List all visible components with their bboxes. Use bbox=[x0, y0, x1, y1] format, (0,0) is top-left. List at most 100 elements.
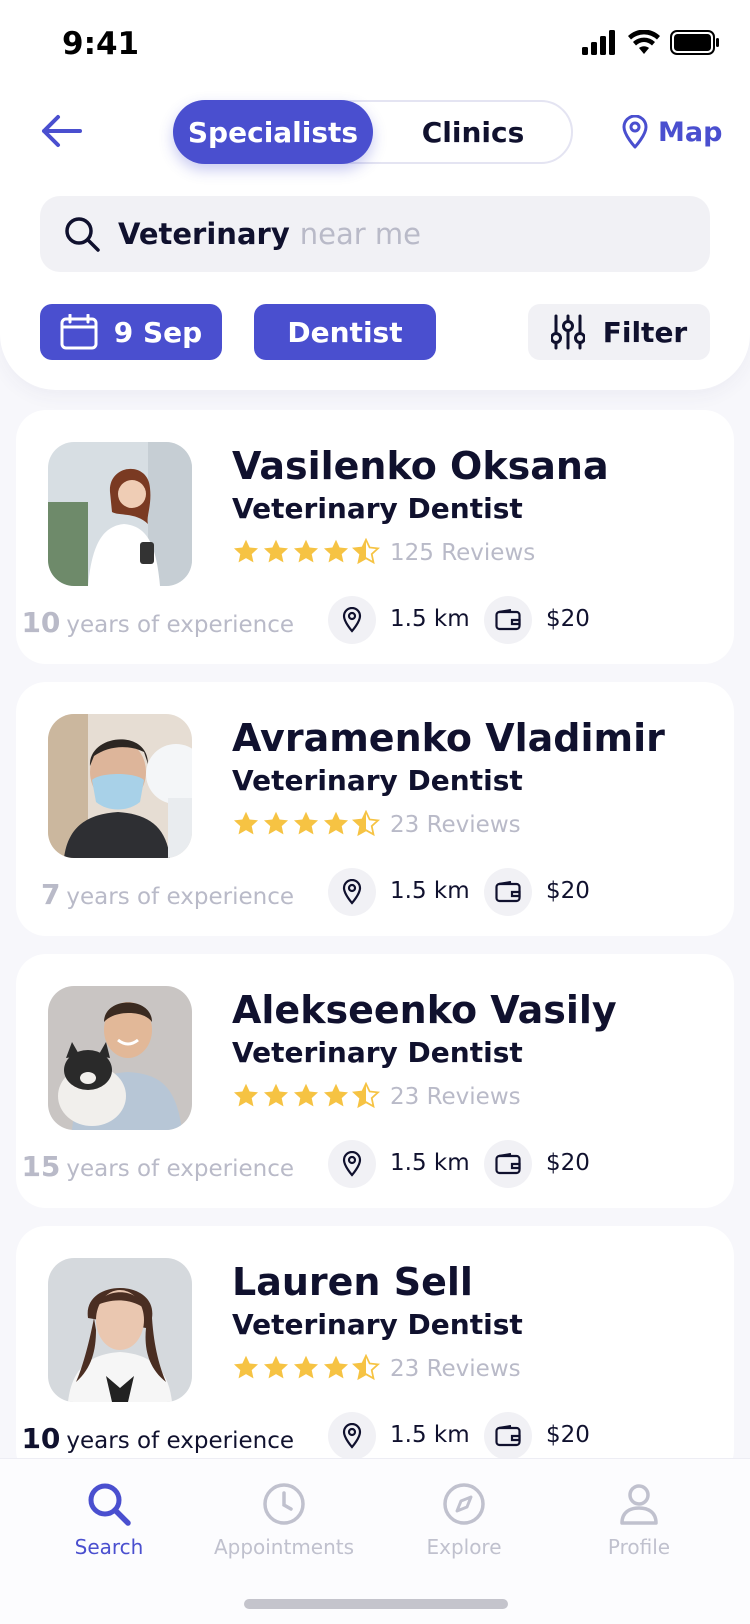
map-pin-icon bbox=[622, 115, 648, 149]
top-header: 9:41 Specialists Clinics Map Veterinary … bbox=[0, 0, 750, 390]
location-pin-icon bbox=[342, 879, 362, 905]
experience-years: 10 bbox=[21, 606, 61, 639]
distance: 1.5 km bbox=[390, 878, 470, 904]
star-icon bbox=[293, 1355, 319, 1379]
price-badge bbox=[484, 1412, 532, 1460]
tab-appointments[interactable]: Appointments bbox=[204, 1481, 364, 1559]
date-filter-chip[interactable]: 9 Sep bbox=[40, 304, 222, 360]
compass-icon bbox=[443, 1483, 485, 1525]
reviews-count: 23 Reviews bbox=[390, 1084, 521, 1110]
tab-profile-label: Profile bbox=[607, 1535, 671, 1559]
star-icon bbox=[293, 811, 319, 835]
specialist-name: Alekseenko Vasily bbox=[232, 988, 617, 1032]
rating-stars bbox=[232, 1354, 380, 1384]
specialist-specialty: Veterinary Dentist bbox=[232, 492, 523, 525]
wallet-icon bbox=[495, 881, 521, 903]
rating-stars bbox=[232, 1082, 380, 1112]
experience: 10 years of experience bbox=[21, 606, 294, 639]
specialist-card[interactable]: Avramenko Vladimir Veterinary Dentist 23… bbox=[16, 682, 734, 936]
experience: 15 years of experience bbox=[21, 1150, 294, 1183]
star-icon bbox=[263, 811, 289, 835]
specialist-card[interactable]: Alekseenko Vasily Veterinary Dentist 23 … bbox=[16, 954, 734, 1208]
rating-stars bbox=[232, 810, 380, 840]
star-icon bbox=[293, 1083, 319, 1107]
location-badge bbox=[328, 868, 376, 916]
specialist-specialty: Veterinary Dentist bbox=[232, 764, 523, 797]
cellular-signal-icon bbox=[582, 30, 615, 55]
half-star-icon bbox=[352, 538, 380, 565]
location-badge bbox=[328, 596, 376, 644]
experience-label: years of experience bbox=[66, 612, 294, 638]
search-placeholder: near me bbox=[299, 217, 421, 251]
filter-button[interactable]: Filter bbox=[528, 304, 710, 360]
avatar bbox=[48, 1258, 192, 1402]
star-icon bbox=[323, 1355, 349, 1379]
star-icon bbox=[233, 1083, 259, 1107]
search-icon bbox=[88, 1483, 131, 1526]
price-badge bbox=[484, 596, 532, 644]
segmented-control: Specialists Clinics bbox=[173, 100, 573, 164]
wallet-icon bbox=[495, 1153, 521, 1175]
price: $20 bbox=[546, 1422, 590, 1448]
experience: 7 years of experience bbox=[41, 878, 294, 911]
star-icon bbox=[263, 1355, 289, 1379]
half-star-icon bbox=[352, 1082, 380, 1109]
search-input[interactable]: Veterinary near me bbox=[40, 196, 710, 272]
specialty-filter-chip[interactable]: Dentist bbox=[254, 304, 436, 360]
location-badge bbox=[328, 1412, 376, 1460]
half-star-icon bbox=[352, 1354, 380, 1381]
specialist-name: Vasilenko Oksana bbox=[232, 444, 609, 488]
reviews-count: 125 Reviews bbox=[390, 540, 536, 566]
price: $20 bbox=[546, 606, 590, 632]
date-label: 9 Sep bbox=[113, 315, 203, 349]
price: $20 bbox=[546, 1150, 590, 1176]
person-icon bbox=[620, 1484, 658, 1525]
map-label: Map bbox=[658, 116, 723, 148]
distance: 1.5 km bbox=[390, 1150, 470, 1176]
half-star-icon bbox=[352, 810, 380, 837]
battery-icon bbox=[670, 30, 719, 55]
tab-appointments-label: Appointments bbox=[213, 1535, 355, 1559]
distance: 1.5 km bbox=[390, 1422, 470, 1448]
status-icons bbox=[582, 30, 722, 60]
specialist-specialty: Veterinary Dentist bbox=[232, 1308, 523, 1341]
tab-profile[interactable]: Profile bbox=[559, 1481, 719, 1559]
filter-label: Filter bbox=[602, 315, 688, 349]
star-icon bbox=[323, 811, 349, 835]
star-icon bbox=[323, 539, 349, 563]
avatar bbox=[48, 986, 192, 1130]
star-icon bbox=[323, 1083, 349, 1107]
star-icon bbox=[293, 539, 319, 563]
tab-clinics[interactable]: Clinics bbox=[373, 102, 573, 162]
specialist-specialty: Veterinary Dentist bbox=[232, 1036, 523, 1069]
experience-label: years of experience bbox=[66, 1156, 294, 1182]
rating-stars bbox=[232, 538, 380, 568]
back-button[interactable] bbox=[38, 108, 84, 154]
tab-specialists[interactable]: Specialists bbox=[173, 100, 373, 164]
bottom-tab-bar: Search Appointments Explore Profile bbox=[0, 1458, 750, 1624]
status-time: 9:41 bbox=[62, 26, 140, 62]
search-icon bbox=[65, 217, 100, 252]
map-button[interactable]: Map bbox=[622, 110, 722, 154]
tab-search[interactable]: Search bbox=[29, 1481, 189, 1559]
price-badge bbox=[484, 1140, 532, 1188]
star-icon bbox=[233, 1355, 259, 1379]
specialty-label: Dentist bbox=[287, 315, 403, 349]
experience: 10 years of experience bbox=[21, 1422, 294, 1455]
tab-explore[interactable]: Explore bbox=[384, 1481, 544, 1559]
star-icon bbox=[233, 811, 259, 835]
star-icon bbox=[263, 1083, 289, 1107]
location-pin-icon bbox=[342, 1423, 362, 1449]
location-badge bbox=[328, 1140, 376, 1188]
avatar bbox=[48, 714, 192, 858]
price-badge bbox=[484, 868, 532, 916]
star-icon bbox=[263, 539, 289, 563]
wifi-icon bbox=[628, 30, 660, 54]
specialist-card[interactable]: Lauren Sell Veterinary Dentist 23 Review… bbox=[16, 1226, 734, 1480]
arrow-left-icon bbox=[42, 115, 82, 147]
location-pin-icon bbox=[342, 607, 362, 633]
reviews-count: 23 Reviews bbox=[390, 1356, 521, 1382]
home-indicator[interactable] bbox=[244, 1599, 508, 1609]
specialist-card[interactable]: Vasilenko Oksana Veterinary Dentist 125 … bbox=[16, 410, 734, 664]
avatar bbox=[48, 442, 192, 586]
